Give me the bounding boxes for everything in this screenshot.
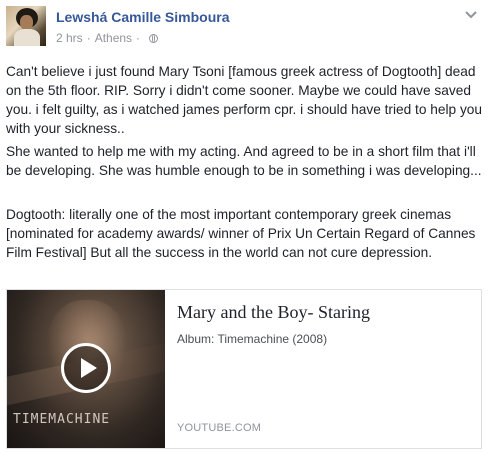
card-source: YOUTUBE.COM (177, 422, 262, 434)
card-title[interactable]: Mary and the Boy- Staring (177, 302, 370, 323)
video-thumbnail[interactable]: TIMEMACHINE (7, 290, 165, 448)
globe-icon[interactable] (149, 33, 159, 43)
play-icon[interactable] (61, 343, 111, 393)
thumbnail-cover-text: TIMEMACHINE (13, 412, 111, 427)
link-preview-card[interactable]: TIMEMACHINE Mary and the Boy- Staring Al… (6, 289, 482, 449)
post-location[interactable]: Athens (95, 31, 132, 45)
chevron-down-icon[interactable] (464, 10, 478, 20)
meta-separator: · (136, 31, 141, 45)
post-paragraph: She wanted to help me with my acting. An… (6, 144, 482, 178)
avatar-body (14, 29, 40, 46)
card-description: Album: Timemachine (2008) (177, 332, 328, 346)
avatar[interactable] (6, 6, 46, 46)
author-name[interactable]: Lewshá Camille Simboura (56, 9, 230, 25)
avatar-face (20, 15, 33, 30)
meta-separator: · (86, 31, 91, 45)
post-meta: 2 hrs · Athens · (56, 31, 159, 45)
post-paragraph: Can't believe i just found Mary Tsoni [f… (6, 64, 483, 136)
post-time[interactable]: 2 hrs (56, 31, 83, 45)
facebook-post: Lewshá Camille Simboura 2 hrs · Athens ·… (0, 0, 488, 455)
post-paragraph: Dogtooth: literally one of the most impo… (6, 207, 476, 260)
